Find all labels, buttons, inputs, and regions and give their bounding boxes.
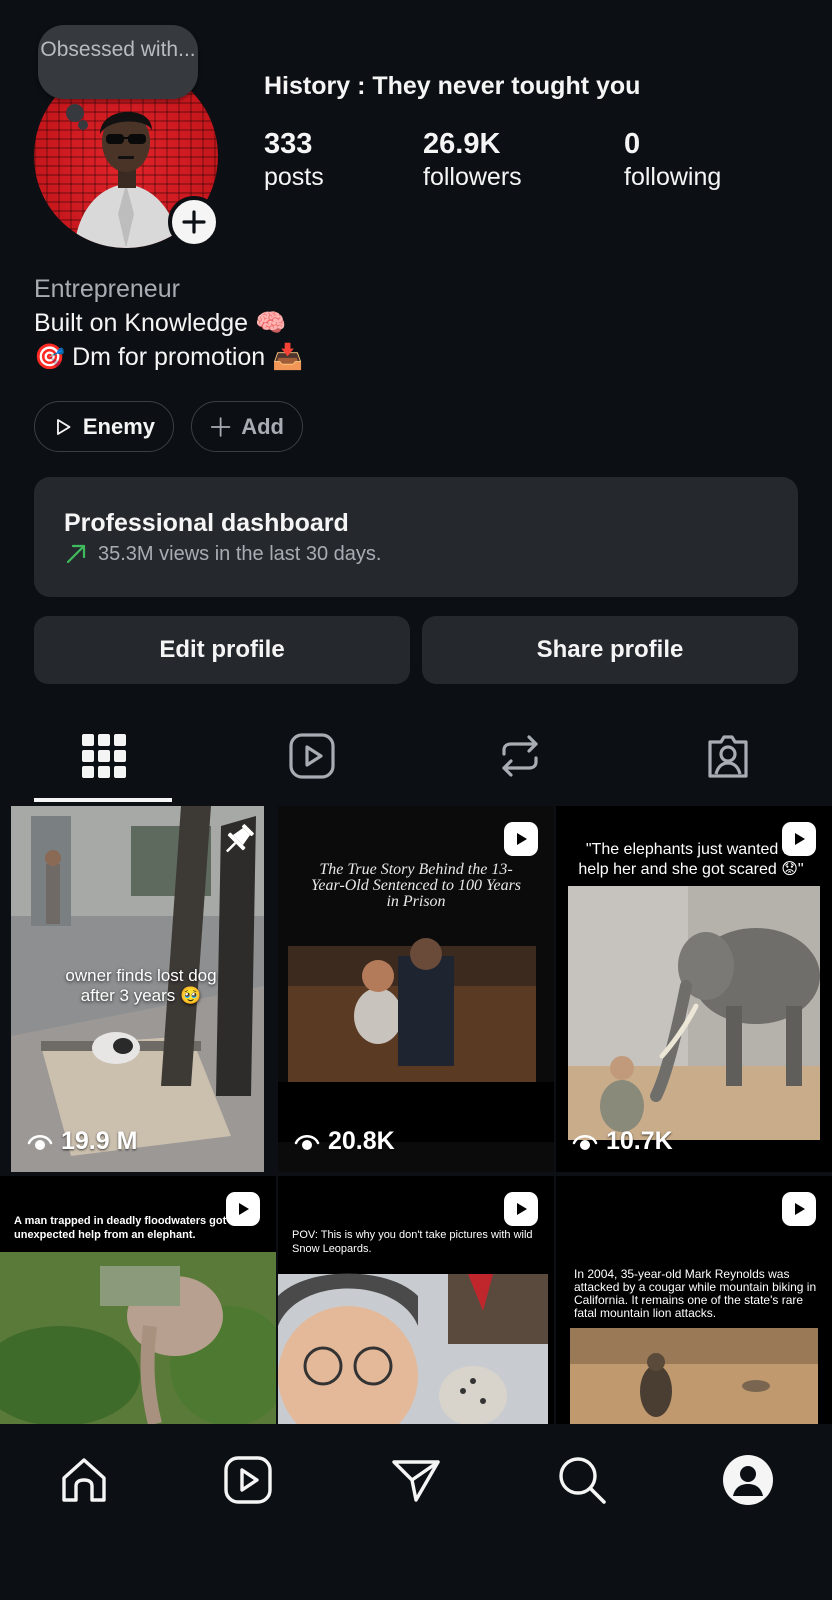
highlight-enemy[interactable]: Enemy [34, 401, 174, 452]
edit-profile-label: Edit profile [159, 636, 285, 663]
post-3-views-value: 10.7K [606, 1127, 673, 1155]
post-tile-6[interactable]: In 2004, 35-year-old Mark Reynolds was a… [556, 1176, 832, 1424]
dashboard-subtitle: 35.3M views in the last 30 days. [98, 542, 382, 565]
tagged-person-icon [708, 735, 748, 778]
post-tile-4[interactable]: A man trapped in deadly floodwaters got … [0, 1176, 276, 1424]
plus-icon [182, 210, 206, 234]
reel-play-icon [517, 1203, 527, 1215]
post-2-caption: The True Story Behind the 13-Year-Old Se… [310, 861, 522, 910]
pin-icon [225, 824, 254, 853]
stat-following[interactable]: 0 following [624, 127, 721, 193]
bio: Entrepreneur Built on Knowledge 🧠 🎯 Dm f… [34, 272, 303, 374]
bottom-navigation-bar [0, 1424, 832, 1600]
bio-line-1: Built on Knowledge 🧠 [34, 309, 287, 337]
tab-reels[interactable] [208, 722, 416, 798]
reel-play-icon [239, 1203, 249, 1215]
post-2-views-value: 20.8K [328, 1127, 395, 1155]
reel-play-icon [795, 1203, 805, 1215]
tab-posts-grid[interactable] [0, 722, 208, 798]
share-profile-button[interactable]: Share profile [422, 616, 798, 684]
reels-icon [289, 733, 335, 779]
post-tile-2[interactable]: The True Story Behind the 13-Year-Old Se… [278, 806, 554, 1172]
post-3-views: 10.7K [572, 1127, 673, 1156]
reel-play-icon [517, 833, 527, 845]
highlight-add-label: Add [241, 413, 284, 439]
repost-icon [502, 735, 538, 777]
stat-posts-label: posts [264, 163, 324, 191]
reels-icon [224, 1456, 272, 1504]
stat-following-value: 0 [624, 128, 641, 160]
nav-reels[interactable] [218, 1450, 278, 1510]
stat-posts[interactable]: 333 posts [264, 127, 324, 193]
messages-paper-plane-icon [392, 1460, 440, 1502]
post-2-reel-badge [504, 822, 538, 856]
dashboard-subtitle-row: 35.3M views in the last 30 days. [64, 542, 768, 566]
post-4-reel-badge [226, 1192, 260, 1226]
tab-tagged[interactable] [624, 722, 832, 798]
post-1-views: 19.9 M [27, 1127, 137, 1156]
nav-search[interactable] [552, 1450, 612, 1510]
post-1-views-value: 19.9 M [61, 1127, 138, 1155]
post-6-reel-badge [782, 1192, 816, 1226]
note-text: Obsessed with... [40, 38, 196, 61]
nav-profile[interactable] [718, 1450, 778, 1510]
views-eye-icon [294, 1134, 320, 1150]
nav-home[interactable] [54, 1450, 114, 1510]
post-3-reel-badge [782, 822, 816, 856]
post-4-caption: A man trapped in deadly floodwaters got … [14, 1215, 227, 1241]
stat-following-label: following [624, 163, 722, 191]
post-6-caption: In 2004, 35-year-old Mark Reynolds was a… [574, 1267, 817, 1320]
grid-icon [82, 734, 126, 778]
share-profile-label: Share profile [536, 636, 684, 663]
post-tile-3[interactable]: "The elephants just wanted to help her a… [556, 806, 832, 1172]
post-2-views: 20.8K [294, 1127, 395, 1156]
post-tile-5[interactable]: POV: This is why you don't take pictures… [278, 1176, 554, 1424]
edit-profile-button[interactable]: Edit profile [34, 616, 410, 684]
add-story-button[interactable] [168, 196, 220, 248]
active-tab-indicator [34, 798, 172, 802]
dashboard-title: Professional dashboard [64, 509, 349, 537]
post-5-caption: POV: This is why you don't take pictures… [292, 1229, 533, 1255]
post-tile-1[interactable]: owner finds lost dog after 3 years 🥹 19.… [11, 806, 264, 1172]
note-bubble-tail-small [78, 120, 88, 130]
stat-followers-value: 26.9K [423, 128, 501, 160]
profile-name: History : They never tought you [264, 72, 641, 100]
post-5-reel-badge [504, 1192, 538, 1226]
play-outline-icon [57, 418, 71, 435]
stat-followers-label: followers [423, 163, 522, 191]
profile-icon [723, 1455, 773, 1505]
bio-line-2: 🎯 Dm for promotion 📥 [34, 343, 304, 371]
stat-posts-value: 333 [264, 128, 313, 160]
note-bubble[interactable]: Obsessed with... [38, 25, 198, 99]
plus-icon [210, 416, 231, 437]
post-3-caption: "The elephants just wanted to help her a… [578, 841, 804, 878]
highlight-add[interactable]: Add [191, 401, 303, 452]
nav-messages[interactable] [386, 1450, 446, 1510]
highlight-enemy-label: Enemy [82, 413, 155, 439]
views-eye-icon [572, 1134, 598, 1150]
search-icon [559, 1457, 606, 1504]
home-icon [62, 1458, 106, 1502]
stat-followers[interactable]: 26.9K followers [423, 127, 522, 193]
views-eye-icon [27, 1134, 53, 1150]
tab-reposts[interactable] [416, 722, 624, 798]
reel-play-icon [795, 833, 805, 845]
trend-up-arrow-icon [66, 544, 86, 564]
professional-dashboard[interactable]: Professional dashboard 35.3M views in th… [34, 477, 798, 597]
post-1-caption: owner finds lost dog after 3 years 🥹 [65, 966, 217, 1005]
bio-category: Entrepreneur [34, 275, 180, 303]
